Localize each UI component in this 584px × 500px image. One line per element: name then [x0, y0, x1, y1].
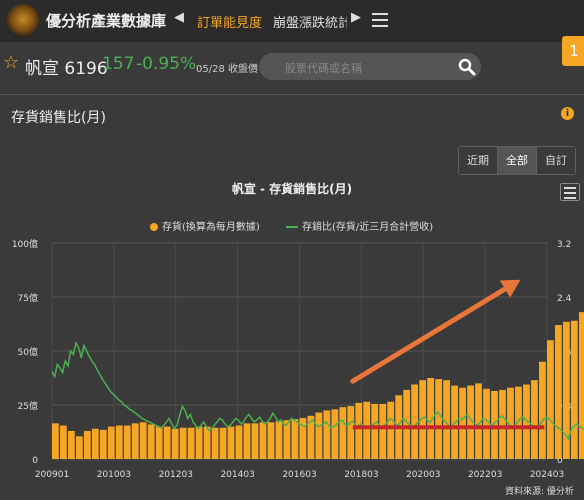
stock-price: 157 — [102, 54, 135, 74]
stock-info-bar: ☆ 帆宣 6196 157 -0.95% 05/28 收盤價 股票代碼或名稱 — [0, 42, 584, 88]
nav-item-active[interactable]: 訂單能見度 — [197, 12, 262, 31]
nav-next-arrow-icon[interactable]: ▶ — [351, 10, 361, 25]
menu-icon[interactable] — [372, 13, 388, 27]
legend-line-label: 存銷比(存貨/近三月合計營收) — [302, 222, 434, 233]
stock-name: 帆宣 6196 — [25, 59, 108, 79]
legend-line-icon — [286, 226, 298, 228]
legend-bar-label: 存貨(換算為每月數據) — [162, 222, 260, 233]
range-all-button[interactable]: 全部 — [498, 147, 537, 174]
range-custom-button[interactable]: 自訂 — [537, 147, 575, 174]
notification-badge[interactable]: 1 — [562, 36, 584, 66]
nav-prev-arrow-icon[interactable]: ◀ — [174, 10, 184, 25]
price-date: 05/28 收盤價 — [196, 64, 258, 75]
search-icon[interactable] — [458, 58, 476, 76]
legend-dot-icon — [150, 223, 158, 231]
chart-menu-icon[interactable] — [560, 183, 580, 201]
source-text: 資料來源: 優分析 — [505, 487, 574, 497]
site-title[interactable]: 優分析產業數據庫 — [46, 10, 166, 31]
favorite-star-icon[interactable]: ☆ — [3, 52, 19, 73]
legend-bar-item[interactable]: 存貨(換算為每月數據) — [150, 218, 260, 233]
search-placeholder: 股票代碼或名稱 — [285, 62, 362, 75]
range-recent-button[interactable]: 近期 — [459, 147, 498, 174]
stock-change: -0.95% — [136, 54, 197, 74]
panel-title: 存貨銷售比(月) — [11, 110, 106, 126]
top-bar: 優分析產業數據庫 ◀ 訂單能見度 崩盤漲跌統計 ▶ — [0, 0, 584, 42]
chart-title: 帆宣 - 存貨銷售比(月) — [231, 182, 353, 196]
site-logo[interactable] — [6, 4, 40, 38]
nav-item-next[interactable]: 崩盤漲跌統計 — [273, 12, 347, 31]
range-selector: 近期 全部 自訂 — [458, 146, 576, 175]
search-input[interactable]: 股票代碼或名稱 — [259, 53, 481, 80]
legend-line-item[interactable]: 存銷比(存貨/近三月合計營收) — [286, 218, 433, 233]
info-icon[interactable]: i — [561, 107, 574, 120]
